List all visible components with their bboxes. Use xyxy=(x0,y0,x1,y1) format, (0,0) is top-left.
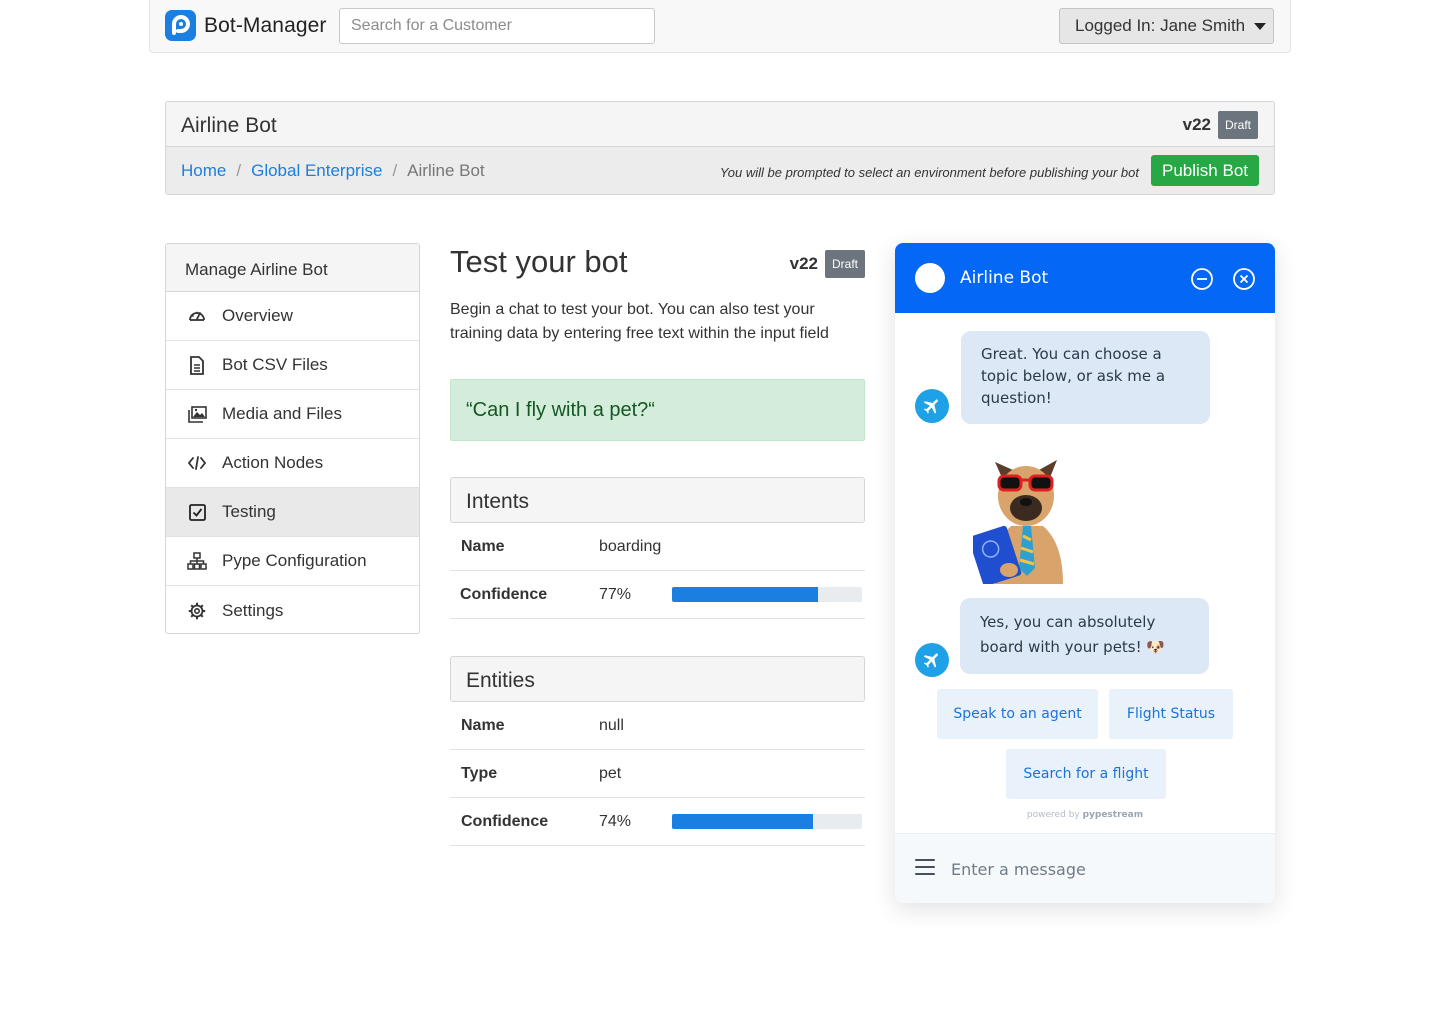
entity-confidence-row: Confidence 74% xyxy=(450,798,865,846)
sidebar-item-settings[interactable]: Settings xyxy=(166,586,419,633)
file-icon xyxy=(187,355,207,375)
sidebar-item-bot-csv-files[interactable]: Bot CSV Files xyxy=(166,341,419,390)
sidebar-item-overview[interactable]: Overview xyxy=(166,292,419,341)
user-menu-button[interactable]: Logged In: Jane Smith xyxy=(1059,8,1274,44)
sidebar-item-label: Testing xyxy=(222,502,276,521)
publish-bot-button[interactable]: Publish Bot xyxy=(1151,155,1259,186)
chat-header: Airline Bot xyxy=(895,243,1275,313)
dashboard-icon xyxy=(187,306,207,326)
chat-input-bar xyxy=(895,833,1275,903)
customer-search-input[interactable] xyxy=(339,8,655,44)
breadcrumb-current: Airline Bot xyxy=(407,161,485,180)
entity-confidence-fill xyxy=(672,814,813,829)
brand-name: Bot-Manager xyxy=(204,13,327,37)
breadcrumb: Home / Global Enterprise / Airline Bot xyxy=(181,161,485,181)
sitemap-icon xyxy=(187,551,207,571)
chat-widget: Airline Bot Great. You can choose a topi… xyxy=(895,243,1275,903)
sidebar-item-label: Media and Files xyxy=(222,404,343,423)
test-description: Begin a chat to test your bot. You can a… xyxy=(450,301,829,342)
entity-confidence-label: Confidence xyxy=(461,812,549,830)
intents-heading: Intents xyxy=(450,477,865,523)
caret-down-icon xyxy=(1254,23,1267,30)
publish-note: You will be prompted to select an enviro… xyxy=(719,165,1139,180)
powered-by-brand: pypestream xyxy=(1082,810,1144,820)
airplane-icon xyxy=(915,643,949,677)
sidebar-title: Manage Airline Bot xyxy=(166,244,419,292)
intent-confidence-row: Confidence 77% xyxy=(450,571,865,619)
search-flight-button[interactable]: Search for a flight xyxy=(1006,749,1166,799)
dog-with-passport-image xyxy=(968,448,1079,587)
entity-type-label: Type xyxy=(461,764,498,782)
entities-heading: Entities xyxy=(450,656,865,702)
sidebar-item-action-nodes[interactable]: Action Nodes xyxy=(166,439,419,488)
intent-name-value: boarding xyxy=(599,537,662,555)
bot-manager-logo-icon xyxy=(165,10,196,41)
powered-by: powered by pypestream xyxy=(895,810,1275,820)
main-status-badge: Draft xyxy=(824,250,865,278)
breadcrumb-home-link[interactable]: Home xyxy=(181,161,226,181)
entity-confidence-value: 74% xyxy=(599,812,632,830)
main-version: v22 xyxy=(789,254,818,273)
page-title: Test your bot xyxy=(450,244,628,279)
message-input[interactable] xyxy=(945,852,1245,886)
brand[interactable]: Bot-Manager xyxy=(165,10,327,41)
breadcrumb-enterprise-link[interactable]: Global Enterprise xyxy=(251,161,382,181)
intent-confidence-fill xyxy=(672,587,819,602)
close-icon[interactable] xyxy=(1232,267,1255,290)
sidebar-item-pype-configuration[interactable]: Pype Configuration xyxy=(166,537,419,586)
breadcrumb-separator: / xyxy=(236,161,242,180)
chat-messages: Great. You can choose a topic below, or … xyxy=(895,313,1275,833)
intent-confidence-bar xyxy=(672,587,862,602)
speak-to-agent-button[interactable]: Speak to an agent xyxy=(937,689,1098,739)
entity-confidence-bar xyxy=(672,814,862,829)
powered-by-prefix: powered by xyxy=(1026,810,1080,820)
user-menu-label: Logged In: Jane Smith xyxy=(1075,16,1246,35)
checkbox-icon xyxy=(187,502,207,522)
breadcrumb-separator: / xyxy=(392,161,398,180)
entity-name-row: Name null xyxy=(450,702,865,750)
entity-type-value: pet xyxy=(599,764,622,782)
intent-name-label: Name xyxy=(461,537,505,555)
intent-name-row: Name boarding xyxy=(450,523,865,571)
flight-status-button[interactable]: Flight Status xyxy=(1109,689,1233,739)
sidebar-item-media-and-files[interactable]: Media and Files xyxy=(166,390,419,439)
status-badge: Draft xyxy=(1217,111,1258,139)
bot-message: Great. You can choose a topic below, or … xyxy=(961,331,1210,424)
images-icon xyxy=(187,404,207,424)
code-icon xyxy=(187,453,207,473)
intent-confidence-label: Confidence xyxy=(460,585,548,603)
menu-icon[interactable] xyxy=(915,859,935,875)
sidebar-item-testing[interactable]: Testing xyxy=(166,488,419,537)
sidebar-item-label: Action Nodes xyxy=(222,453,324,472)
sidebar-item-label: Settings xyxy=(222,600,284,620)
sidebar-item-label: Pype Configuration xyxy=(222,551,367,570)
entity-name-label: Name xyxy=(461,716,505,734)
sidebar: Manage Airline Bot Overview Bot CSV File… xyxy=(165,243,420,634)
gear-icon xyxy=(187,601,207,621)
minimize-icon[interactable] xyxy=(1190,267,1213,290)
bot-title: Airline Bot xyxy=(181,114,277,137)
sidebar-item-label: Bot CSV Files xyxy=(222,355,328,374)
intent-confidence-value: 77% xyxy=(599,585,632,603)
bot-message: Yes, you can absolutely board with your … xyxy=(960,598,1209,674)
top-navbar: Bot-Manager Logged In: Jane Smith xyxy=(149,0,1291,53)
chat-title: Airline Bot xyxy=(960,268,1049,288)
chat-avatar xyxy=(915,263,945,293)
test-utterance: “Can I fly with a pet?“ xyxy=(450,379,865,441)
entity-type-row: Type pet xyxy=(450,750,865,798)
bot-version: v22 xyxy=(1182,115,1211,134)
bot-header-panel: Airline Bot v22 Draft Home / Global Ente… xyxy=(165,101,1275,195)
sidebar-item-label: Overview xyxy=(222,306,293,325)
airplane-icon xyxy=(915,389,949,423)
entity-name-value: null xyxy=(599,716,624,734)
